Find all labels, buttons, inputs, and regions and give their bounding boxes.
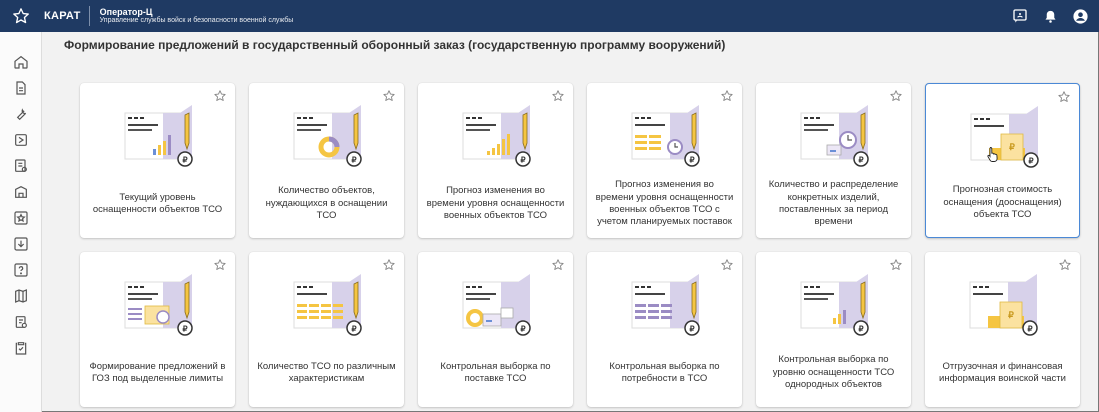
app-subtitle: Управление службы войск и безопасности в… bbox=[99, 17, 294, 25]
card-label: Количество и распределение конкретных из… bbox=[768, 179, 899, 228]
message-icon[interactable] bbox=[1005, 0, 1035, 32]
brand-logo[interactable]: КАРАТ bbox=[42, 6, 90, 26]
finance-document-icon: ₽ ₽ bbox=[969, 274, 1038, 336]
svg-text:₽: ₽ bbox=[858, 325, 863, 334]
svg-text:₽: ₽ bbox=[182, 325, 187, 334]
card-label: Прогноз изменения во времени уровня осна… bbox=[426, 185, 565, 222]
growth-chart-icon: ₽ bbox=[462, 105, 531, 167]
bell-icon[interactable] bbox=[1035, 0, 1065, 32]
favorite-star-icon[interactable] bbox=[889, 89, 903, 103]
hand-cursor-icon bbox=[987, 147, 998, 162]
card-label: Контрольная выборка по уровню оснащеннос… bbox=[772, 354, 895, 391]
account-icon[interactable] bbox=[1065, 0, 1095, 32]
supply-box-icon: ₽ bbox=[462, 274, 531, 336]
card-label: Текущий уровень оснащенности объектов ТС… bbox=[92, 191, 223, 215]
favorites-star-icon[interactable] bbox=[0, 0, 42, 32]
clipboard-icon[interactable] bbox=[7, 310, 35, 334]
report-icon[interactable] bbox=[7, 128, 35, 152]
page-title: Формирование предложений в государственн… bbox=[64, 38, 726, 52]
svg-text:₽: ₽ bbox=[182, 156, 187, 165]
report-card[interactable]: ₽ Текущий уровень оснащенности объектов … bbox=[80, 83, 235, 238]
report-card[interactable]: ₽ Формирование предложений в ГОЗ под выд… bbox=[80, 252, 235, 407]
bar-chart-icon: ₽ bbox=[124, 105, 193, 167]
favorite-star-icon[interactable] bbox=[382, 89, 396, 103]
download-icon[interactable] bbox=[7, 232, 35, 256]
home-icon[interactable] bbox=[7, 50, 35, 74]
report-card[interactable]: ₽ Количество и распределение конкретных … bbox=[756, 83, 911, 238]
report-card[interactable]: ₽ Контрольная выборка по уровню оснащенн… bbox=[756, 252, 911, 407]
card-label: Прогнозная стоимость оснащения (дооснаще… bbox=[943, 184, 1062, 221]
table-icon[interactable] bbox=[7, 154, 35, 178]
checklist-icon[interactable] bbox=[7, 336, 35, 360]
app-title: Оператор-Ц bbox=[99, 6, 153, 17]
cost-document-icon: ₽ ₽ bbox=[970, 106, 1039, 168]
favorite-star-icon[interactable] bbox=[1058, 258, 1072, 272]
card-label: Контрольная выборка по поставке ТСО bbox=[440, 360, 551, 384]
favorite-star-icon[interactable] bbox=[213, 89, 227, 103]
top-bar: КАРАТ Оператор-Ц Управление службы войск… bbox=[0, 0, 1099, 32]
favorite-star-icon[interactable] bbox=[551, 89, 565, 103]
card-label: Прогноз изменения во времени уровня осна… bbox=[595, 179, 734, 228]
favorite-star-icon[interactable] bbox=[213, 258, 227, 272]
report-card[interactable]: ₽ ₽ Отгрузочная и финансовая информация … bbox=[925, 252, 1080, 407]
forecast-clock-icon: ₽ bbox=[631, 105, 700, 167]
svg-text:₽: ₽ bbox=[520, 156, 525, 165]
svg-text:₽: ₽ bbox=[689, 156, 694, 165]
report-card[interactable]: ₽ Контрольная выборка по поставке ТСО bbox=[418, 252, 573, 407]
svg-text:₽: ₽ bbox=[1027, 325, 1032, 334]
delivery-clock-icon: ₽ bbox=[800, 105, 869, 167]
limits-clock-icon: ₽ bbox=[124, 274, 193, 336]
card-label: Количество объектов, нуждающихся в оснащ… bbox=[265, 185, 388, 222]
favorite-star-icon[interactable] bbox=[551, 258, 565, 272]
favorite-star-icon[interactable] bbox=[720, 258, 734, 272]
card-label: Количество ТСО по различным характеристи… bbox=[257, 360, 396, 384]
favorite-star-icon[interactable] bbox=[1057, 90, 1071, 104]
building-icon[interactable] bbox=[7, 180, 35, 204]
favorite-star-icon[interactable] bbox=[720, 89, 734, 103]
favorite-star-icon[interactable] bbox=[889, 258, 903, 272]
report-card[interactable]: ₽ Количество объектов, нуждающихся в осн… bbox=[249, 83, 404, 238]
card-label: Формирование предложений в ГОЗ под выдел… bbox=[89, 360, 226, 384]
sidebar bbox=[0, 32, 42, 412]
card-label: Отгрузочная и финансовая информация воин… bbox=[939, 360, 1066, 384]
svg-text:₽: ₽ bbox=[1028, 157, 1033, 166]
svg-text:₽: ₽ bbox=[351, 325, 356, 334]
table-chart-icon: ₽ bbox=[293, 274, 362, 336]
wrench-icon[interactable] bbox=[7, 102, 35, 126]
map-icon[interactable] bbox=[7, 284, 35, 308]
svg-text:₽: ₽ bbox=[858, 156, 863, 165]
uniform-chart-icon: ₽ bbox=[800, 274, 869, 336]
report-card[interactable]: ₽ Прогноз изменения во времени уровня ос… bbox=[418, 83, 573, 238]
report-card-selected[interactable]: ₽ ₽ Прогнозная стоимость оснащения (доос… bbox=[925, 83, 1080, 238]
svg-text:₽: ₽ bbox=[351, 156, 356, 165]
favorite-star-icon[interactable] bbox=[382, 258, 396, 272]
svg-text:₽: ₽ bbox=[1009, 142, 1015, 152]
star-box-icon[interactable] bbox=[7, 206, 35, 230]
card-label: Контрольная выборка по потребности в ТСО bbox=[609, 360, 720, 384]
report-card[interactable]: ₽ Количество ТСО по различным характерис… bbox=[249, 252, 404, 407]
svg-text:₽: ₽ bbox=[520, 325, 525, 334]
report-card[interactable]: ₽ Контрольная выборка по потребности в Т… bbox=[587, 252, 742, 407]
donut-chart-icon: ₽ bbox=[293, 105, 362, 167]
need-table-icon: ₽ bbox=[631, 274, 700, 336]
report-card[interactable]: ₽ Прогноз изменения во времени уровня ос… bbox=[587, 83, 742, 238]
help-icon[interactable] bbox=[7, 258, 35, 282]
svg-text:₽: ₽ bbox=[689, 325, 694, 334]
svg-text:₽: ₽ bbox=[1008, 310, 1014, 320]
document-icon[interactable] bbox=[7, 76, 35, 100]
